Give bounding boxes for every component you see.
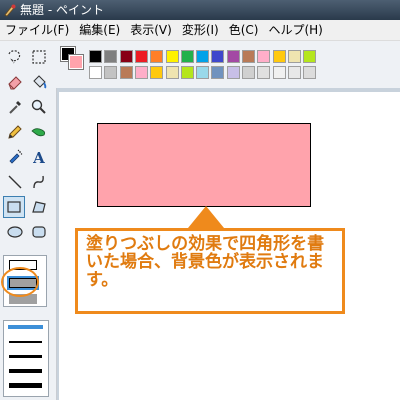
palette-color-swatch[interactable] bbox=[272, 66, 286, 79]
fill-bucket-icon[interactable] bbox=[28, 71, 50, 93]
palette-color-swatch[interactable] bbox=[180, 50, 194, 63]
menu-edit[interactable]: 編集(E) bbox=[74, 20, 125, 40]
palette-color-swatch[interactable] bbox=[119, 66, 133, 79]
current-colors[interactable] bbox=[60, 46, 85, 71]
palette-color-swatch[interactable] bbox=[134, 66, 148, 79]
palette-color-swatch[interactable] bbox=[211, 50, 225, 63]
palette-color-swatch[interactable] bbox=[287, 50, 301, 63]
paint-app-icon[interactable] bbox=[3, 3, 17, 17]
callout-text: 塗りつぶしの効果で四角形を書いた場合、背景色が表示されます。 bbox=[86, 234, 325, 290]
rect-select-icon[interactable] bbox=[28, 46, 50, 68]
free-select-icon[interactable] bbox=[4, 46, 26, 68]
palette-color-swatch[interactable] bbox=[303, 66, 317, 79]
line-width-options bbox=[3, 320, 49, 397]
drawing-canvas[interactable]: 塗りつぶしの効果で四角形を書いた場合、背景色が表示されます。 bbox=[59, 92, 400, 400]
window-title: 無題 - ペイント bbox=[20, 3, 104, 17]
canvas-area: 塗りつぶしの効果で四角形を書いた場合、背景色が表示されます。 bbox=[57, 88, 400, 400]
color-picker-icon[interactable] bbox=[4, 96, 26, 118]
palette-color-swatch[interactable] bbox=[134, 50, 148, 63]
menu-file[interactable]: ファイル(F) bbox=[0, 20, 74, 40]
rounded-rect-icon[interactable] bbox=[28, 221, 50, 243]
palette-color-swatch[interactable] bbox=[257, 50, 271, 63]
line-width-4[interactable] bbox=[9, 369, 42, 373]
menu-help[interactable]: ヘルプ(H) bbox=[263, 20, 327, 40]
palette-color-swatch[interactable] bbox=[89, 50, 102, 63]
line-width-2[interactable] bbox=[9, 341, 42, 343]
palette-color-swatch[interactable] bbox=[196, 50, 210, 63]
text-icon[interactable]: A bbox=[28, 146, 50, 168]
palette-color-swatch[interactable] bbox=[272, 50, 286, 63]
palette-color-swatch[interactable] bbox=[104, 66, 118, 79]
palette-color-swatch[interactable] bbox=[242, 66, 255, 79]
highlight-ellipse bbox=[1, 267, 39, 297]
palette-color-swatch[interactable] bbox=[242, 50, 255, 63]
palette-color-swatch[interactable] bbox=[303, 50, 317, 63]
airbrush-icon[interactable] bbox=[4, 146, 26, 168]
palette-color-swatch[interactable] bbox=[257, 66, 271, 79]
palette-color-swatch[interactable] bbox=[104, 50, 118, 63]
title-bar: 無題 - ペイント bbox=[0, 0, 400, 20]
tool-box: A bbox=[0, 41, 57, 400]
magnifier-icon[interactable] bbox=[28, 96, 50, 118]
palette-color-swatch[interactable] bbox=[226, 66, 240, 79]
curve-icon[interactable] bbox=[28, 171, 50, 193]
callout-box: 塗りつぶしの効果で四角形を書いた場合、背景色が表示されます。 bbox=[75, 228, 345, 314]
line-width-3[interactable] bbox=[9, 355, 42, 358]
palette-color-swatch[interactable] bbox=[119, 50, 133, 63]
rectangle-icon[interactable] bbox=[3, 196, 25, 218]
palette-color-swatch[interactable] bbox=[150, 66, 164, 79]
menu-view[interactable]: 表示(V) bbox=[125, 20, 177, 40]
menu-image[interactable]: 変形(I) bbox=[177, 20, 224, 40]
menu-colors[interactable]: 色(C) bbox=[224, 20, 264, 40]
ellipse-icon[interactable] bbox=[4, 221, 26, 243]
palette-color-swatch[interactable] bbox=[150, 50, 164, 63]
palette-color-swatch[interactable] bbox=[89, 66, 102, 79]
eraser-icon[interactable] bbox=[4, 71, 26, 93]
palette-color-swatch[interactable] bbox=[211, 66, 225, 79]
polygon-icon[interactable] bbox=[28, 196, 50, 218]
palette-color-swatch[interactable] bbox=[196, 66, 210, 79]
filled-rectangle bbox=[97, 123, 311, 207]
menu-bar: ファイル(F) 編集(E) 表示(V) 変形(I) 色(C) ヘルプ(H) bbox=[0, 20, 400, 41]
palette-color-swatch[interactable] bbox=[287, 66, 301, 79]
brush-icon[interactable] bbox=[28, 121, 50, 143]
palette-color-swatch[interactable] bbox=[165, 50, 179, 63]
palette-color-swatch[interactable] bbox=[180, 66, 194, 79]
svg-text:A: A bbox=[32, 149, 45, 166]
palette-color-swatch[interactable] bbox=[165, 66, 179, 79]
palette-color-swatch[interactable] bbox=[226, 50, 240, 63]
line-icon[interactable] bbox=[4, 171, 26, 193]
background-color[interactable] bbox=[68, 54, 84, 70]
callout-pointer bbox=[188, 206, 224, 228]
line-width-5[interactable] bbox=[9, 383, 42, 388]
line-width-1[interactable] bbox=[8, 325, 43, 329]
pencil-icon[interactable] bbox=[4, 121, 26, 143]
color-palette bbox=[56, 41, 400, 88]
